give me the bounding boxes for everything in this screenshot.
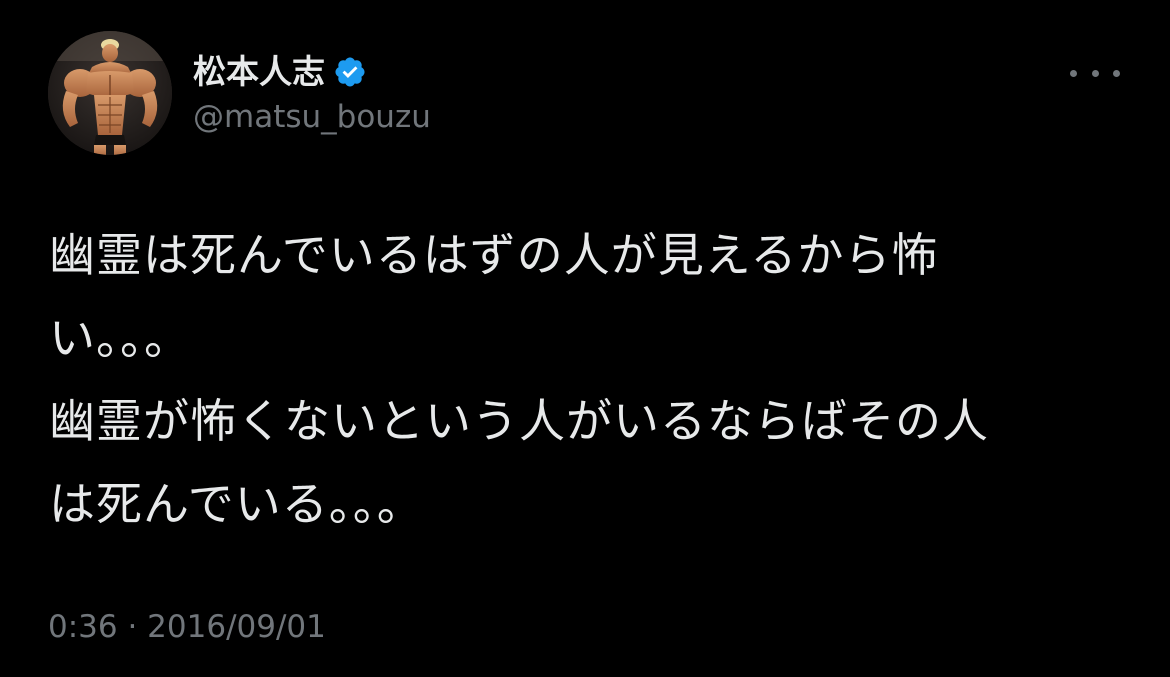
author-name-row: 松本人志	[193, 50, 367, 94]
tweet-text: 幽霊は死んでいるはずの人が見えるから怖 い。。。 幽霊が怖くないという人がいるな…	[49, 214, 1129, 546]
more-options-button[interactable]	[1070, 58, 1120, 88]
more-horizontal-icon	[1091, 69, 1099, 77]
tweet-text-line: 幽霊が怖くないという人がいるならばその人	[49, 394, 989, 448]
tweet-timestamp[interactable]: 0:36 · 2016/09/01	[48, 605, 326, 649]
more-horizontal-icon	[1070, 69, 1077, 77]
author-handle[interactable]: @matsu_bouzu	[193, 97, 431, 137]
tweet-text-line: 幽霊は死んでいるはずの人が見えるから怖	[49, 228, 939, 282]
avatar[interactable]	[48, 31, 172, 155]
verified-badge-icon[interactable]	[333, 55, 367, 89]
more-horizontal-icon	[1113, 69, 1120, 77]
tweet-detail: 松本人志 @matsu_bouzu 幽霊は死んでいるはずの人が見えるから怖 い。…	[0, 0, 1170, 677]
tweet-text-line: は死んでいる。。。	[49, 477, 424, 531]
avatar-image	[48, 31, 172, 155]
tweet-text-line: い。。。	[49, 311, 191, 365]
display-name[interactable]: 松本人志	[193, 50, 325, 94]
